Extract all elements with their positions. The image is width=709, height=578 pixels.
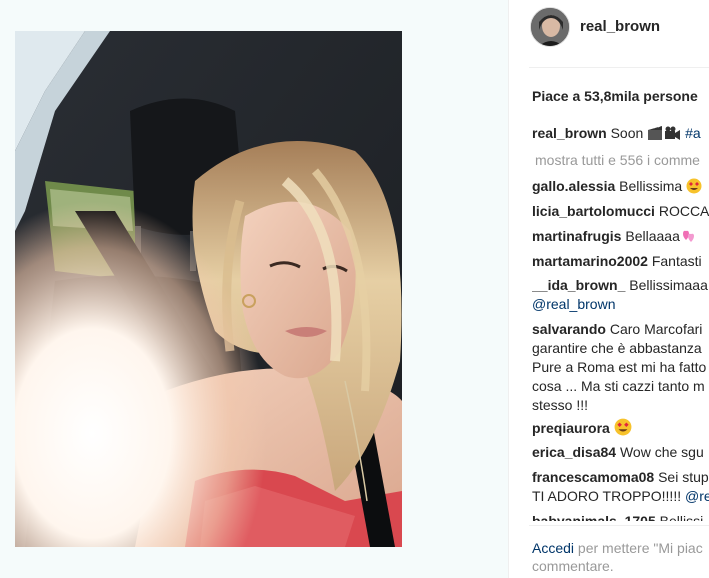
avatar[interactable] — [530, 7, 570, 47]
selfie-image — [15, 31, 402, 547]
post-username[interactable]: real_brown — [580, 18, 660, 35]
login-link[interactable]: Accedi — [532, 540, 574, 556]
comment-item: martinafrugis Bellaaaa — [532, 227, 696, 246]
login-prompt-text: per mettere "Mi piac — [577, 540, 703, 556]
comment-text: Bellissimaaa — [629, 277, 708, 293]
view-all-comments-link[interactable]: mostra tutti e 556 i comme — [535, 151, 700, 170]
comment-username[interactable]: babyanimals_1705 — [532, 513, 656, 521]
comment-username[interactable]: erica_disa84 — [532, 444, 616, 460]
comment-text: Bellissi — [659, 513, 704, 521]
comment-text: Caro Marcofari — [609, 321, 703, 337]
caption-hashtag[interactable]: #a — [685, 125, 701, 141]
instagram-post-page: real_brown Piace a 53,8mila persone real… — [0, 0, 709, 578]
comment-item: francescamoma08 Sei stup — [532, 468, 709, 487]
comment-item: __ida_brown_ Bellissimaaa — [532, 276, 708, 295]
comment-text-line: TI ADORO TROPPO!!!!! @re — [532, 487, 709, 506]
comment-text: Bellissima — [619, 178, 683, 194]
post-sidebar: real_brown Piace a 53,8mila persone real… — [509, 0, 709, 578]
comment-text: Fantasti — [651, 253, 702, 269]
post-photo[interactable] — [15, 31, 402, 547]
comment-username[interactable]: martinafrugis — [532, 228, 621, 244]
comment-item: preqiaurora — [532, 418, 632, 438]
comment-mention-link[interactable]: @real_brown — [532, 296, 615, 312]
heart-eyes-emoji-icon — [686, 178, 702, 194]
caption-text: Soon — [610, 125, 644, 141]
comment-item: martamarino2002 Fantasti — [532, 252, 702, 271]
caption-username[interactable]: real_brown — [532, 125, 607, 141]
comment-list[interactable]: real_brown Soon #a mostra tutti e 556 i … — [532, 124, 709, 521]
comment-text-line: stesso !!! — [532, 397, 589, 413]
film-clapper-camera-icon — [648, 125, 681, 140]
comment-username[interactable]: salvarando — [532, 321, 606, 337]
comment-text-line: garantire che è abbastanza — [532, 340, 702, 356]
footer-divider — [529, 525, 709, 526]
heart-eyes-emoji-icon — [614, 418, 632, 436]
likes-count[interactable]: Piace a 53,8mila persone — [532, 88, 698, 104]
comment-text-line: Pure a Roma est mi ha fatto — [532, 359, 707, 375]
comment-item: babyanimals_1705 Bellissi — [532, 512, 703, 521]
login-prompt-text-line2: commentare. — [532, 558, 614, 574]
comment-text: TI ADORO TROPPO!!!!! — [532, 488, 682, 504]
comment-item: erica_disa84 Wow che sgu — [532, 443, 704, 462]
comment-username[interactable]: __ida_brown_ — [532, 277, 625, 293]
login-prompt: Accedi per mettere "Mi piac commentare. — [532, 539, 703, 575]
comment-text: Wow che sgu — [619, 444, 704, 460]
comment-username[interactable]: preqiaurora — [532, 420, 610, 436]
comment-username[interactable]: licia_bartolomucci — [532, 203, 655, 219]
comment-text: ROCCA — [658, 203, 709, 219]
comment-item: gallo.alessia Bellissima — [532, 177, 702, 196]
caption: real_brown Soon #a — [532, 124, 701, 143]
comment-item: salvarando Caro Marcofari — [532, 320, 702, 339]
comment-username[interactable]: gallo.alessia — [532, 178, 615, 194]
two-hearts-emoji-icon — [682, 230, 694, 242]
comment-username[interactable]: martamarino2002 — [532, 253, 648, 269]
comment-item: licia_bartolomucci ROCCA — [532, 202, 709, 221]
comment-text: Sei stup — [658, 469, 709, 485]
comment-mention: @real_brown — [532, 295, 615, 314]
comment-username[interactable]: francescamoma08 — [532, 469, 654, 485]
comment-text: Bellaaaa — [625, 228, 680, 244]
comment-text-line: cosa ... Ma sti cazzi tanto m — [532, 378, 705, 394]
header-divider — [529, 67, 709, 68]
avatar-image — [531, 8, 569, 46]
comment-mention-link[interactable]: @re — [685, 488, 709, 504]
